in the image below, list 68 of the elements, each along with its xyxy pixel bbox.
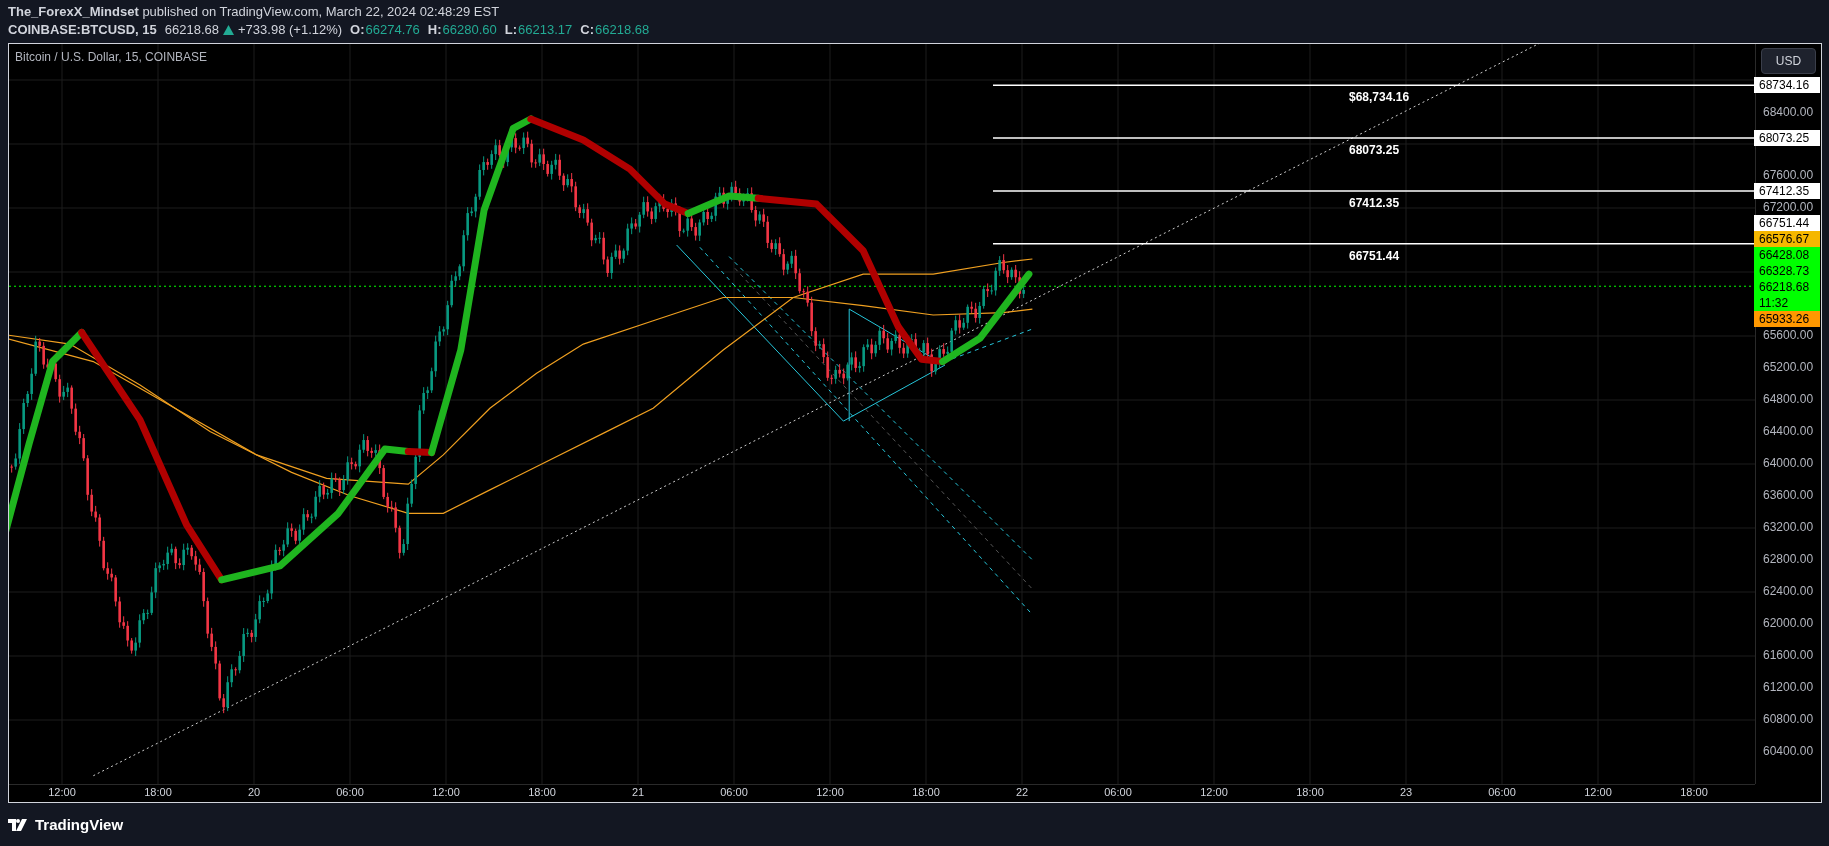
horizontal-level-line[interactable]	[992, 84, 1755, 87]
time-tick-label: 06:00	[1488, 786, 1516, 798]
price-value: 66328.73	[1758, 262, 1811, 279]
up-triangle-icon	[223, 25, 235, 35]
time-tick-label: 18:00	[1680, 786, 1708, 798]
time-tick-label: 12:00	[432, 786, 460, 798]
level-label: 66751.44	[1349, 248, 1400, 263]
price-tick-label: 67200.00	[1763, 201, 1814, 215]
price-value: 68073.25	[1758, 130, 1811, 147]
symbol-label: COINBASE:BTCUSD, 15	[8, 21, 157, 39]
chart-title: Bitcoin / U.S. Dollar, 15, COINBASE	[15, 50, 208, 64]
price-tick-label: 61600.00	[1763, 648, 1814, 662]
price-tick-label: 64400.00	[1763, 425, 1814, 438]
time-tick-label: 21	[631, 786, 645, 798]
ohlc-value: 66213.17	[518, 21, 573, 39]
price-tick-label: 63200.00	[1763, 520, 1814, 534]
level-label: 67412.35	[1349, 195, 1400, 210]
ohlc-label: L:	[504, 21, 518, 39]
price-value: 68734.16	[1758, 77, 1811, 94]
price-tick-label: 64000.00	[1763, 456, 1814, 470]
price-value: 65933.26	[1758, 310, 1811, 327]
ohlc-value: 66218.68	[595, 21, 650, 39]
time-tick-label: 18:00	[1296, 786, 1324, 798]
time-tick-label: 23	[1399, 786, 1413, 798]
price-value: 66576.67	[1758, 230, 1811, 247]
price-tick-label: 68400.00	[1763, 105, 1814, 119]
level-label: 68073.25	[1349, 143, 1400, 158]
ohlc-value: 66274.76	[365, 21, 420, 39]
last-price: 66218.68	[164, 21, 220, 39]
time-tick-label: 12:00	[1584, 786, 1612, 798]
price-value: 66751.44	[1758, 214, 1811, 231]
price-value: 66218.68	[1758, 278, 1811, 295]
publish-info: The_ForexX_Mindset published on TradingView.com, March 22, 2024 02:48:29 EST	[8, 3, 501, 21]
price-tick-label: 62000.00	[1763, 616, 1814, 630]
time-tick-label: 20	[247, 786, 261, 798]
time-tick-label: 18:00	[912, 786, 940, 798]
time-tick-label: 18:00	[144, 786, 172, 798]
bar-countdown: 11:32	[1758, 294, 1790, 311]
price-value: 67412.35	[1758, 182, 1811, 199]
horizontal-level-line[interactable]	[992, 242, 1755, 245]
price-tick-label: 63600.00	[1763, 488, 1814, 502]
level-label: $68,734.16	[1349, 90, 1410, 105]
price-tick-label: 64800.00	[1763, 393, 1814, 407]
price-tick-label: 67600.00	[1763, 169, 1814, 183]
price-tick-label: 61200.00	[1763, 680, 1814, 694]
time-tick-label: 12:00	[816, 786, 844, 798]
time-tick-label: 12:00	[48, 786, 76, 798]
price-tick-label: 65600.00	[1763, 329, 1814, 343]
price-tick-label: 62800.00	[1763, 552, 1814, 566]
ohlc-label: O:	[350, 21, 365, 39]
currency-button[interactable]: USD	[1761, 48, 1816, 74]
ohlc-label: H:	[427, 21, 442, 39]
logo-icon	[8, 818, 30, 831]
time-tick-label: 18:00	[528, 786, 556, 798]
price-tick-label: 60400.00	[1763, 744, 1814, 758]
price-value: 66428.08	[1758, 246, 1811, 263]
time-tick-label: 06:00	[336, 786, 364, 798]
price-tick-label: 62400.00	[1763, 584, 1814, 598]
time-tick-label: 22	[1015, 786, 1029, 798]
ohlc-label: C:	[580, 21, 594, 39]
time-tick-label: 12:00	[1200, 786, 1228, 798]
price-tick-label: 60800.00	[1763, 712, 1814, 726]
price-change: +733.98 (+1.12%)	[238, 21, 343, 39]
time-tick-label: 06:00	[1104, 786, 1132, 798]
price-tick-label: 65200.00	[1763, 361, 1814, 375]
ohlc-value: 66280.60	[442, 21, 497, 39]
time-tick-label: 06:00	[720, 786, 748, 798]
brand-name: TradingView	[35, 816, 124, 833]
